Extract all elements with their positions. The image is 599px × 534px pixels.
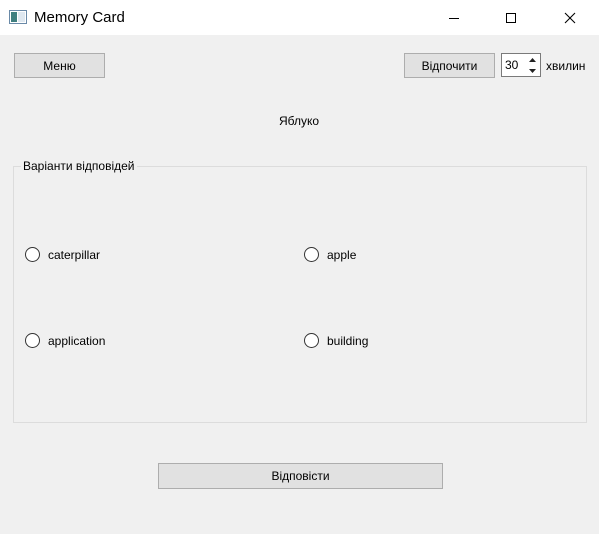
- spin-up-button[interactable]: [525, 54, 540, 65]
- title-bar: Memory Card: [0, 0, 599, 35]
- window-title: Memory Card: [34, 9, 125, 26]
- maximize-button[interactable]: [488, 0, 534, 35]
- question-text: Яблуко: [279, 114, 320, 128]
- answer-button[interactable]: Відповісти: [158, 463, 443, 489]
- app-icon: [9, 10, 27, 24]
- spin-down-button[interactable]: [525, 65, 540, 76]
- minutes-unit-label: хвилин: [546, 59, 586, 73]
- minutes-value: 30: [505, 58, 519, 72]
- answer-option-label: application: [48, 333, 106, 348]
- minutes-spinbox[interactable]: 30: [501, 53, 541, 77]
- answer-option-3[interactable]: application: [25, 333, 105, 348]
- radio-button[interactable]: [304, 333, 319, 348]
- radio-button[interactable]: [25, 333, 40, 348]
- spinbox-arrows: [525, 54, 540, 76]
- answers-group-title: Варіанти відповідей: [21, 159, 137, 173]
- radio-button[interactable]: [304, 247, 319, 262]
- answers-group: [13, 166, 587, 423]
- rest-button[interactable]: Відпочити: [404, 53, 495, 78]
- close-button[interactable]: [547, 0, 593, 35]
- radio-button[interactable]: [25, 247, 40, 262]
- maximize-icon: [506, 12, 516, 23]
- answer-option-4[interactable]: building: [304, 333, 368, 348]
- answer-option-label: building: [327, 333, 369, 348]
- chevron-down-icon: [529, 68, 536, 73]
- answer-option-2[interactable]: apple: [304, 247, 356, 262]
- minimize-icon: [449, 17, 459, 19]
- answer-option-label: apple: [327, 247, 357, 262]
- minimize-button[interactable]: [431, 0, 477, 35]
- answer-option-label: caterpillar: [48, 247, 101, 262]
- answer-option-1[interactable]: caterpillar: [25, 247, 100, 262]
- menu-button[interactable]: Меню: [14, 53, 105, 78]
- close-icon: [564, 12, 576, 23]
- chevron-up-icon: [529, 57, 536, 62]
